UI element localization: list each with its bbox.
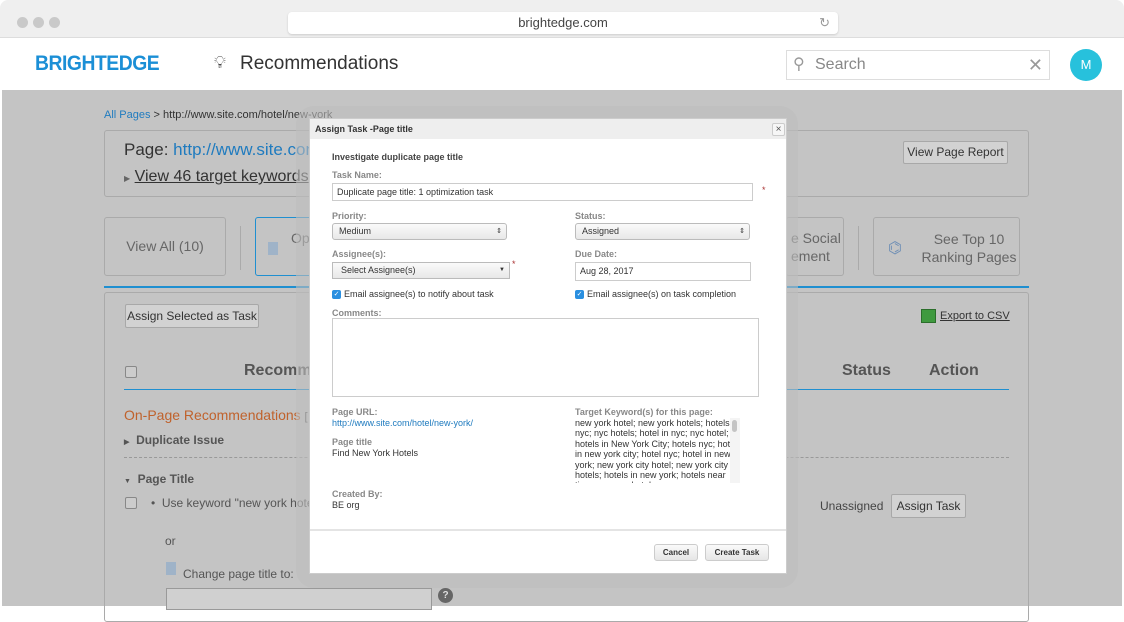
email-complete-label: Email assignee(s) on task completion bbox=[587, 289, 737, 299]
breadcrumb-all-pages[interactable]: All Pages bbox=[104, 109, 150, 121]
avatar[interactable]: M bbox=[1070, 49, 1102, 81]
comments-label: Comments: bbox=[332, 308, 382, 318]
address-bar[interactable]: brightedge.com ↻ bbox=[288, 12, 838, 34]
col-action: Action bbox=[929, 362, 979, 379]
assign-selected-button[interactable]: Assign Selected as Task bbox=[125, 304, 259, 328]
cancel-button[interactable]: Cancel bbox=[654, 544, 698, 561]
email-complete-checkbox[interactable]: ✓ bbox=[575, 290, 584, 299]
scrollbar-thumb[interactable] bbox=[732, 420, 737, 432]
created-by-label: Created By: bbox=[332, 489, 383, 499]
email-notify-checkbox[interactable]: ✓ bbox=[332, 290, 341, 299]
window-minimize-dot[interactable] bbox=[33, 17, 44, 28]
assignee-select[interactable]: Select Assignee(s) ▼ bbox=[332, 262, 510, 279]
status-unassigned: Unassigned bbox=[820, 499, 884, 513]
logo[interactable]: BRIGHTEDGE bbox=[35, 52, 160, 76]
excel-icon bbox=[921, 309, 936, 323]
status-label: Status: bbox=[575, 211, 606, 221]
chevron-down-icon: ▼ bbox=[499, 267, 505, 273]
export-csv-link[interactable]: Export to CSV bbox=[940, 310, 1010, 322]
window-close-dot[interactable] bbox=[17, 17, 28, 28]
section-title: On-Page Recommendations [ bbox=[124, 407, 308, 423]
modal-header: Assign Task -Page title bbox=[310, 119, 786, 139]
keywords-scrollbar[interactable] bbox=[730, 418, 740, 483]
clear-icon[interactable]: ✕ bbox=[1028, 51, 1043, 79]
required-marker: * bbox=[762, 185, 766, 195]
keywords-list: new york hotel; new york hotels; hotels … bbox=[575, 418, 739, 483]
lightbulb-icon: 💡︎ bbox=[214, 53, 226, 72]
help-icon[interactable]: ? bbox=[438, 588, 453, 603]
updown-icon: ⇕ bbox=[739, 228, 745, 235]
recommendation-checkbox[interactable] bbox=[125, 497, 137, 509]
change-title-label: Change page title to: bbox=[183, 567, 294, 581]
browser-chrome: brightedge.com ↻ bbox=[0, 0, 1124, 38]
document-icon bbox=[268, 242, 278, 255]
page-label: Page: http://www.site.com/ bbox=[124, 140, 325, 159]
assign-task-modal: Assign Task -Page title × Investigate du… bbox=[309, 118, 787, 574]
task-name-label: Task Name: bbox=[332, 170, 382, 180]
search-placeholder: Search bbox=[815, 56, 866, 73]
page-title-label: Page title bbox=[332, 437, 373, 447]
required-marker: * bbox=[512, 259, 516, 269]
reload-icon[interactable]: ↻ bbox=[819, 12, 830, 34]
page-url-link[interactable]: http://www.site.com/hotel/new-york/ bbox=[332, 418, 473, 428]
task-name-input[interactable]: Duplicate page title: 1 optimization tas… bbox=[332, 183, 753, 201]
comments-textarea[interactable] bbox=[332, 318, 759, 397]
priority-label: Priority: bbox=[332, 211, 367, 221]
search-icon: ⚲ bbox=[793, 56, 805, 73]
keywords-label: Target Keyword(s) for this page: bbox=[575, 407, 713, 417]
close-icon[interactable]: × bbox=[772, 123, 785, 136]
divider bbox=[240, 226, 241, 270]
footer-divider bbox=[310, 529, 786, 531]
page-url-label: Page URL: bbox=[332, 407, 378, 417]
search-input[interactable]: ⚲ Search ✕ bbox=[786, 50, 1050, 80]
due-date-label: Due Date: bbox=[575, 249, 618, 259]
modal-title: Assign Task -Page title bbox=[315, 124, 413, 134]
select-all-checkbox[interactable] bbox=[125, 366, 137, 378]
window-zoom-dot[interactable] bbox=[49, 17, 60, 28]
email-notify-label: Email assignee(s) to notify about task bbox=[344, 289, 494, 299]
priority-select[interactable]: Medium ⇕ bbox=[332, 223, 507, 240]
assign-task-button[interactable]: Assign Task bbox=[891, 494, 966, 518]
breadcrumb-sep: > bbox=[153, 109, 160, 121]
col-status: Status bbox=[842, 362, 891, 379]
keyword-recommendation: • Use keyword "new york hote bbox=[151, 496, 314, 510]
page-title-value: Find New York Hotels bbox=[332, 448, 419, 458]
divider bbox=[858, 226, 859, 270]
tab-view-all[interactable]: View All (10) bbox=[104, 217, 226, 276]
page-title-toggle[interactable]: ▼ Page Title bbox=[124, 472, 194, 486]
modal-heading: Investigate duplicate page title bbox=[332, 152, 464, 162]
document-icon bbox=[166, 562, 176, 575]
view-keywords[interactable]: ▶︎ View 46 target keywords bbox=[124, 168, 309, 186]
url-text: brightedge.com bbox=[518, 15, 608, 30]
or-label: or bbox=[165, 534, 176, 548]
new-title-input[interactable] bbox=[166, 588, 432, 610]
assignee-label: Assignee(s): bbox=[332, 249, 387, 259]
status-select[interactable]: Assigned ⇕ bbox=[575, 223, 750, 240]
updown-icon: ⇕ bbox=[496, 228, 502, 235]
due-date-input[interactable]: Aug 28, 2017 bbox=[575, 262, 751, 281]
binoculars-icon: ⌬ bbox=[888, 240, 902, 257]
duplicate-issue-toggle[interactable]: ▶︎ Duplicate Issue bbox=[124, 433, 224, 447]
create-task-button[interactable]: Create Task bbox=[705, 544, 769, 561]
page-title: Recommendations bbox=[240, 53, 399, 74]
view-page-report-button[interactable]: View Page Report bbox=[903, 141, 1008, 164]
created-by-value: BE org bbox=[332, 500, 360, 510]
